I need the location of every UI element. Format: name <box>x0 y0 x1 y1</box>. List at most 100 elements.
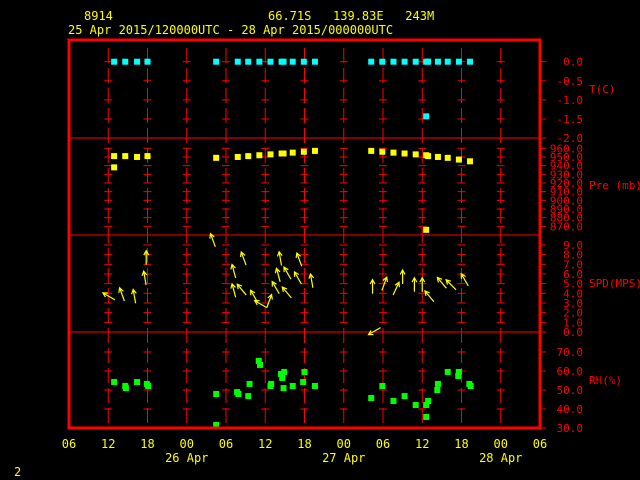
rh-point <box>213 390 220 397</box>
wind-arrow <box>101 292 116 301</box>
station-id: 8914 <box>84 9 113 23</box>
rh-point <box>434 387 441 393</box>
wind-arrow <box>281 286 292 299</box>
wind-arrow <box>283 265 292 280</box>
wind-arrow <box>271 280 280 295</box>
wind-arrow <box>239 250 247 266</box>
rh-point <box>379 383 386 390</box>
temperature-point <box>390 58 397 65</box>
wind-arrow <box>209 232 216 248</box>
temperature-point <box>256 58 263 65</box>
temperature-point <box>267 58 274 65</box>
temperature-point <box>111 58 118 65</box>
rh-point <box>122 385 129 392</box>
rh-point <box>111 379 118 386</box>
day-label: 27 Apr <box>322 451 365 465</box>
rh-point <box>281 368 288 375</box>
temperature-point <box>289 58 296 65</box>
wind-arrow <box>436 276 447 289</box>
axis-tick-label: 30.0 <box>557 422 584 435</box>
rh-point <box>289 383 296 390</box>
wind-arrow <box>445 278 457 291</box>
temperature-point <box>144 58 151 65</box>
axis-tick-label: -1.5 <box>557 113 584 126</box>
temperature-point <box>455 58 462 65</box>
axis-tick-label: 50.0 <box>557 384 584 397</box>
rh-point <box>425 398 432 405</box>
wind-arrow <box>236 283 247 296</box>
axis-tick-label: 70.0 <box>557 346 584 359</box>
time-axis: 06 12 18 00 06 12 18 00 06 12 18 00 06 26 Apr 27 Apr 28… <box>62 437 547 465</box>
temperature-point <box>444 58 451 65</box>
rh-point <box>145 383 152 390</box>
rh-point <box>467 383 474 390</box>
temperature-point <box>134 58 141 65</box>
axis-tick-label: 0.0 <box>563 56 583 69</box>
wind-arrow <box>367 327 381 336</box>
wind-arrow <box>369 278 376 294</box>
rh-point <box>311 383 318 390</box>
rh-point <box>257 361 264 368</box>
rh-point <box>423 413 430 420</box>
pressure-point <box>390 149 397 156</box>
temperature-point <box>311 58 318 65</box>
wind-arrow <box>141 269 148 285</box>
rh-point <box>235 390 242 397</box>
pressure-point <box>444 154 451 161</box>
data-marks <box>101 58 474 428</box>
pressure-point <box>122 153 129 160</box>
rh-point <box>301 368 308 375</box>
time-tick-label: 18 <box>454 437 468 451</box>
pressure-point <box>455 156 462 163</box>
rh-point <box>280 385 287 392</box>
pressure-point <box>245 153 252 160</box>
axis-title-wind_speed: SPD(MPS) <box>589 277 640 290</box>
station-location: 66.71S 139.83E 243M <box>268 9 434 23</box>
axis-title-rh: RH(%) <box>589 374 622 387</box>
temperature-point <box>122 58 129 65</box>
pressure-point <box>111 153 118 160</box>
axis-tick-label: 0.0 <box>563 326 583 339</box>
rh-point <box>455 368 462 375</box>
rh-point <box>434 380 441 387</box>
day-label: 28 Apr <box>479 451 522 465</box>
wind-arrow <box>424 290 435 303</box>
pressure-point <box>213 154 220 161</box>
rh-point <box>300 379 307 386</box>
rh-point <box>279 375 286 382</box>
temperature-point <box>245 58 252 65</box>
pressure-point <box>300 148 307 155</box>
time-tick-label: 18 <box>297 437 311 451</box>
rh-point <box>268 380 275 387</box>
temperature-point <box>368 58 375 65</box>
time-tick-label: 12 <box>101 437 115 451</box>
right-axes: 0.0-0.5-1.0-1.5-2.0T(C)960.0950.0940.093… <box>538 40 640 435</box>
rh-point <box>401 393 408 400</box>
pressure-point <box>425 153 432 160</box>
axis-tick-label: 870.0 <box>550 220 583 233</box>
wind-arrow <box>230 263 237 279</box>
axis-tick-label: 40.0 <box>557 403 584 416</box>
pressure-point <box>134 153 141 160</box>
pressure-point <box>289 149 296 156</box>
temperature-point <box>213 58 220 65</box>
temperature-point <box>401 58 408 65</box>
time-tick-label: 06 <box>533 437 547 451</box>
wind-arrow <box>399 268 406 285</box>
wind-arrow <box>266 293 273 308</box>
pressure-point <box>267 151 274 158</box>
temperature-point <box>234 58 241 65</box>
axis-title-temperature: T(C) <box>589 83 616 96</box>
wind-arrow <box>308 272 315 288</box>
pressure-point <box>311 147 318 154</box>
page-number: 2 <box>14 465 21 479</box>
time-tick-label: 00 <box>180 437 194 451</box>
time-tick-label: 00 <box>494 437 508 451</box>
time-tick-label: 06 <box>376 437 390 451</box>
rh-point <box>390 398 397 405</box>
temperature-point <box>467 58 474 65</box>
temperature-point <box>280 58 287 65</box>
meteogram-chart: 8914 66.71S 139.83E 243M 25 Apr 2015/120… <box>14 9 640 479</box>
rh-point <box>134 379 141 386</box>
axis-tick-label: -1.0 <box>557 94 584 107</box>
